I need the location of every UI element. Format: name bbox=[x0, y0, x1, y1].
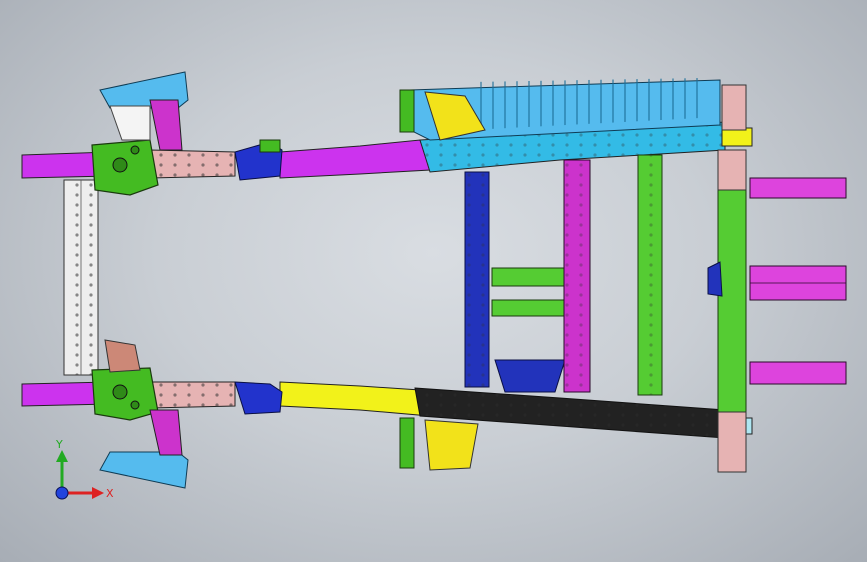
front-shock-tower-upper[interactable] bbox=[99, 71, 189, 151]
front-suspension-bracket-lower[interactable] bbox=[91, 367, 159, 421]
chassis-frame-model[interactable] bbox=[0, 0, 867, 562]
y-axis-label: Y bbox=[55, 438, 63, 451]
cad-viewport[interactable]: Y X bbox=[0, 0, 867, 562]
cab-mount-structure-lower[interactable] bbox=[399, 417, 479, 471]
x-axis-arrowhead bbox=[92, 487, 104, 499]
crossmember-mid-green-horizontal[interactable] bbox=[491, 267, 568, 393]
front-suspension-bracket-upper[interactable] bbox=[91, 139, 159, 196]
crossmember-magenta[interactable] bbox=[563, 159, 591, 393]
steering-bracket-lower[interactable] bbox=[234, 381, 283, 415]
z-axis-dot bbox=[55, 486, 69, 500]
crossmember-green[interactable] bbox=[637, 154, 663, 396]
y-axis-arrowhead bbox=[56, 450, 68, 462]
front-crossmember[interactable] bbox=[63, 179, 99, 376]
x-axis-label: X bbox=[106, 487, 114, 500]
steering-bracket-upper[interactable] bbox=[234, 139, 283, 181]
crossmember-blue[interactable] bbox=[464, 171, 490, 388]
coordinate-triad: Y X bbox=[55, 438, 114, 500]
